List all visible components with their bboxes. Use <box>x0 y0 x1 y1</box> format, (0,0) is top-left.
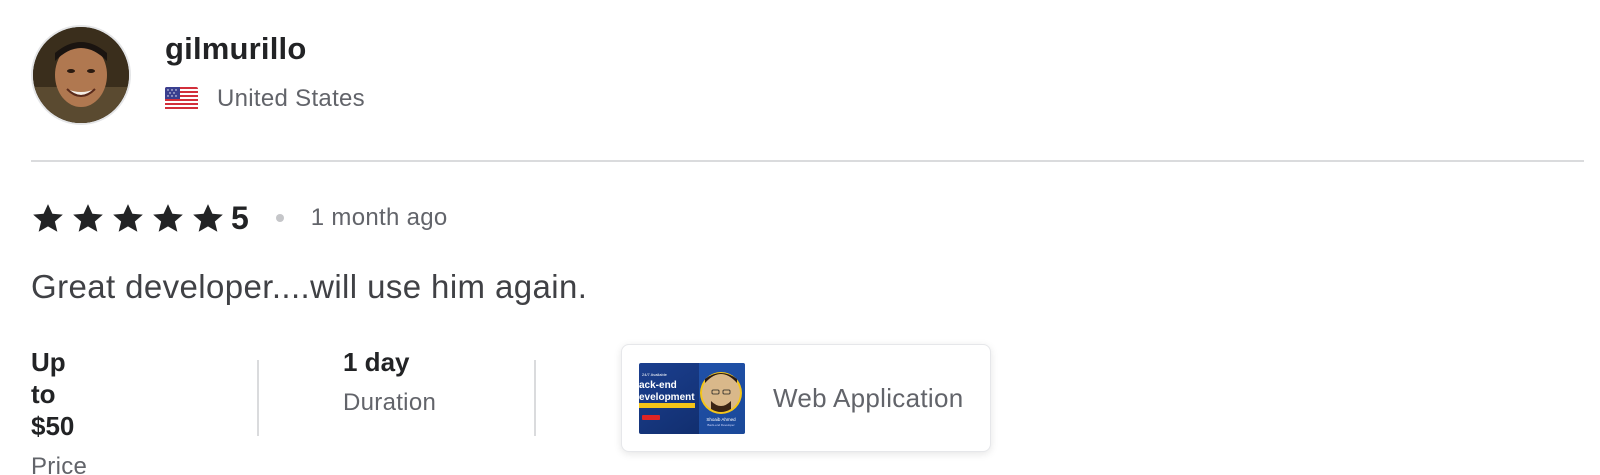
gig-thumbnail[interactable]: 24/7 Available ack-end evelopment Shoaib… <box>639 362 745 434</box>
rating-value: 5 <box>231 199 249 236</box>
star-icon <box>33 203 63 232</box>
star-rating <box>31 202 231 235</box>
review-text: Great developer....will use him again. <box>31 268 588 305</box>
avatar-photo-icon <box>33 27 129 123</box>
gig-thumbnail-image: 24/7 Available ack-end evelopment Shoaib… <box>639 362 745 434</box>
duration-value: 1 day <box>343 347 410 377</box>
review-time: 1 month ago <box>310 204 448 231</box>
duration-detail: 1 day Duration <box>343 346 436 417</box>
star-icon <box>193 203 223 232</box>
thumb-subtitle: Back-end Developer <box>707 423 734 427</box>
duration-label: Duration <box>343 389 437 416</box>
thumb-line2: evelopment <box>639 392 695 403</box>
gig-card[interactable]: 24/7 Available ack-end evelopment Shoaib… <box>621 344 991 452</box>
detail-separator <box>257 360 259 436</box>
detail-separator <box>534 360 536 436</box>
rating-row: 5 1 month ago <box>31 198 448 238</box>
price-detail: Up to $50 Price <box>31 346 87 475</box>
separator-dot <box>275 214 284 222</box>
reviewer-country: United States <box>217 85 365 112</box>
star-icon <box>113 203 143 232</box>
thumb-badge: 24/7 Available <box>642 372 668 377</box>
price-value: Up to $50 <box>31 347 75 441</box>
star-icon <box>153 203 183 232</box>
price-label: Price <box>31 453 88 475</box>
thumb-line1: ack-end <box>639 380 677 391</box>
country-row: United States <box>165 85 365 113</box>
user-info: gilmurillo United States <box>165 25 365 113</box>
review-card: gilmurillo United States 5 1 month ago G… <box>0 0 1600 475</box>
reviewer-header: gilmurillo United States <box>31 25 365 125</box>
us-flag-icon <box>165 87 198 111</box>
avatar[interactable] <box>31 25 131 125</box>
star-icon <box>73 203 103 232</box>
gig-title[interactable]: Web Application <box>773 383 963 414</box>
thumb-name: Shoaib Ahmed <box>706 417 736 422</box>
reviewer-username[interactable]: gilmurillo <box>165 29 365 69</box>
divider <box>31 160 1584 162</box>
